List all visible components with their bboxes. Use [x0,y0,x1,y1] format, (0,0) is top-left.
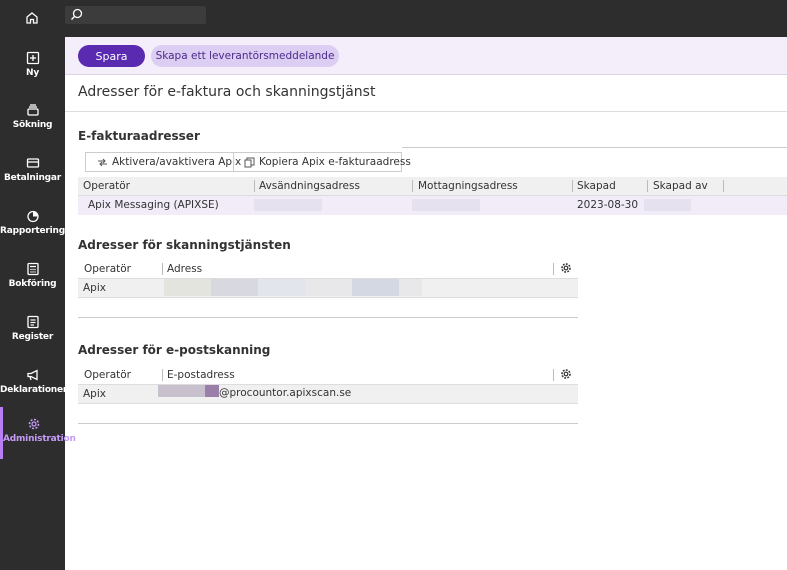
divider [78,317,578,318]
top-bar [0,0,787,37]
home-button[interactable] [22,8,42,28]
table-row[interactable]: Apix @procountor.apixscan.se [78,385,578,404]
megaphone-icon [26,369,38,381]
redacted-address [258,279,305,296]
toggle-icon [98,158,107,166]
scanning-table-header: Operatör Adress [78,260,578,279]
email-cell: @procountor.apixscan.se [219,387,352,399]
sidebar: Ny Sökning Betalningar Rapportering Bokf… [0,37,76,570]
column-separator [572,180,573,192]
column-header-operator[interactable]: Operatör [83,180,130,192]
column-separator [254,180,255,192]
search-input[interactable] [65,6,206,24]
sidebar-item-label: Betalningar [3,173,62,183]
redacted-address [211,279,258,296]
home-icon [26,12,38,24]
gear-icon [28,418,40,430]
save-button[interactable]: Spara [78,45,145,67]
scanning-section-title: Adresser för skanningstjänsten [78,238,291,252]
efaktura-table-header: Operatör Avsändningsadress Mottagningsad… [78,177,787,196]
column-header-sender-address[interactable]: Avsändningsadress [259,180,360,192]
table-row[interactable]: Apix Messaging (APIXSE) 2023-08-30 [78,196,787,215]
column-separator [162,369,163,381]
sidebar-item-ny[interactable]: Ny [0,41,65,91]
column-header-created-by[interactable]: Skapad av [653,180,708,192]
operator-cell: Apix [83,282,106,294]
sidebar-item-betalningar[interactable]: Betalningar [0,146,65,196]
email-scanning-section-title: Adresser för e-postskanning [78,343,271,357]
redacted-receiver-address [412,199,480,211]
divider [65,111,787,112]
sidebar-item-label: Rapportering [0,226,65,236]
search-icon [71,8,83,20]
toggle-apix-label: Aktivera/avaktivera Apix [112,156,242,168]
divider [233,153,234,171]
redacted-email-prefix [205,385,219,397]
calculator-icon [26,262,39,276]
sidebar-item-bokforing[interactable]: Bokföring [0,252,65,302]
stack-search-icon [26,104,39,116]
list-icon [26,315,39,329]
table-row[interactable]: Apix [78,279,578,298]
operator-cell: Apix [83,388,106,400]
efaktura-action-bar: Aktivera/avaktivera Apix Kopiera Apix e-… [85,152,411,172]
divider [402,147,787,148]
efaktura-section-title: E-fakturaadresser [78,129,200,143]
page-title: Adresser för e-faktura och skanningstjän… [78,84,376,100]
sidebar-item-deklarationer[interactable]: Deklarationer [0,358,68,408]
sidebar-item-rapportering[interactable]: Rapportering [0,199,65,249]
sidebar-item-label: Administration [3,434,76,444]
redacted-sender-address [254,199,322,211]
sidebar-item-label: Deklarationer [0,385,68,395]
copy-apix-address-label: Kopiera Apix e-fakturaadress [259,156,411,168]
column-header-operator[interactable]: Operatör [84,369,131,381]
plus-square-icon [26,51,39,65]
column-header-address[interactable]: Adress [167,263,202,275]
card-icon [26,158,39,168]
redacted-address [305,279,352,296]
column-header-created[interactable]: Skapad [577,180,616,192]
gear-icon[interactable] [560,368,572,380]
sidebar-item-label: Bokföring [8,279,57,289]
sidebar-item-label: Ny [26,68,39,78]
column-separator [553,263,554,275]
column-separator [553,369,554,381]
operator-cell: Apix Messaging (APIXSE) [88,199,219,211]
divider [78,423,578,424]
redacted-created-by [644,199,691,211]
toggle-apix-button[interactable]: Aktivera/avaktivera Apix [97,153,241,171]
copy-icon [244,157,255,167]
redacted-address [399,279,422,296]
redacted-address [352,279,399,296]
toolbar: Spara Skapa ett leverantörsmeddelande [65,37,787,75]
redacted-email-prefix [158,385,205,397]
column-header-email[interactable]: E-postadress [167,369,235,381]
copy-apix-address-button[interactable]: Kopiera Apix e-fakturaadress [244,153,411,171]
created-cell: 2023-08-30 [577,199,639,211]
column-separator [412,180,413,192]
column-separator [162,263,163,275]
column-header-operator[interactable]: Operatör [84,263,131,275]
sidebar-item-register[interactable]: Register [0,305,65,355]
sidebar-item-label: Register [11,332,54,342]
sidebar-item-label: Sökning [12,120,53,130]
gear-icon[interactable] [560,262,572,274]
create-supplier-message-button[interactable]: Skapa ett leverantörsmeddelande [151,45,339,67]
sidebar-item-administration[interactable]: Administration [0,407,76,459]
column-header-receiver-address[interactable]: Mottagningsadress [418,180,518,192]
email-scanning-table-header: Operatör E-postadress [78,366,578,385]
column-separator [723,180,724,192]
sidebar-item-sokning[interactable]: Sökning [0,93,65,143]
redacted-address [164,279,211,296]
column-separator [647,180,648,192]
pie-chart-icon [26,210,39,223]
